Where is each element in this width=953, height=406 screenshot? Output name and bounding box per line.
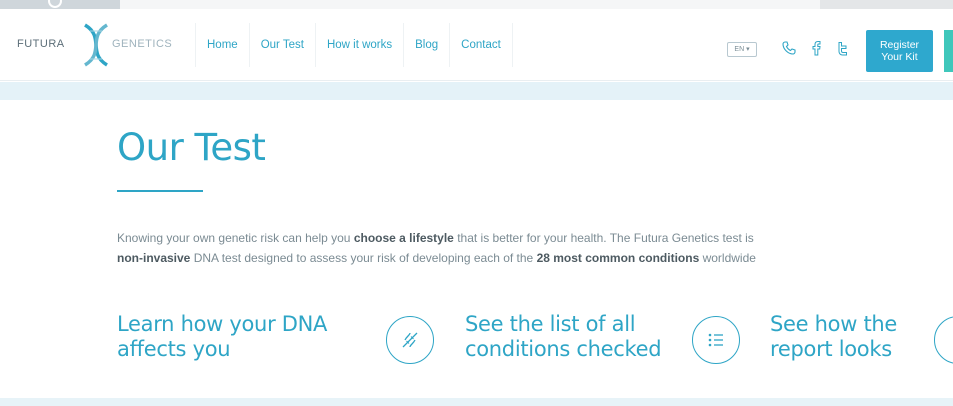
intro-bold-lifestyle: choose a lifestyle bbox=[353, 231, 454, 245]
register-button-line2: Your Kit bbox=[881, 51, 918, 63]
phone-icon[interactable] bbox=[779, 36, 799, 60]
intro-paragraph: Knowing your own genetic risk can help y… bbox=[117, 228, 953, 268]
intro-text-3: DNA test designed to assess your risk of… bbox=[190, 251, 537, 265]
feature-report-line2: report looks bbox=[770, 337, 892, 361]
intro-line-2: non-invasive DNA test designed to assess… bbox=[117, 248, 953, 268]
feature-learn-line2: affects you bbox=[117, 337, 231, 361]
language-selector[interactable]: EN ▾ bbox=[727, 42, 757, 57]
register-kit-button[interactable]: Register Your Kit bbox=[866, 30, 933, 72]
feature-conditions-list[interactable]: See the list of all conditions checked bbox=[465, 312, 662, 362]
nav-how-it-works[interactable]: How it works bbox=[314, 23, 403, 67]
feature-conditions-line2: conditions checked bbox=[465, 337, 662, 361]
feature-report-preview[interactable]: See how the report looks bbox=[770, 312, 897, 362]
logo-text-genetics: GENETICS bbox=[112, 38, 173, 50]
main-nav: Home Our Test How it works Blog Contact bbox=[195, 23, 513, 67]
nav-home[interactable]: Home bbox=[195, 23, 249, 67]
nav-contact[interactable]: Contact bbox=[449, 23, 513, 67]
feature-learn-dna[interactable]: Learn how your DNA affects you bbox=[117, 312, 327, 362]
list-icon[interactable] bbox=[692, 316, 740, 364]
intro-text-2: that is better for your health. The Futu… bbox=[453, 231, 754, 245]
logo-text-futura: FUTURA bbox=[17, 38, 65, 50]
intro-line-1: Knowing your own genetic risk can help y… bbox=[117, 228, 953, 248]
logo[interactable]: FUTURA GENETICS bbox=[17, 23, 187, 67]
browser-tab[interactable] bbox=[0, 0, 120, 9]
feature-report-line1: See how the bbox=[770, 312, 898, 336]
intro-bold-noninvasive: non-invasive bbox=[117, 251, 191, 265]
dna-logo-icon bbox=[83, 23, 109, 67]
feature-learn-line1: Learn how your DNA bbox=[117, 312, 328, 336]
intro-text-4: worldwide bbox=[699, 251, 756, 265]
section-bottom-band bbox=[0, 398, 953, 406]
register-button-line1: Register bbox=[879, 39, 920, 51]
secondary-header-button[interactable] bbox=[944, 30, 953, 72]
page-title: Our Test bbox=[117, 126, 266, 169]
tab-favicon-icon bbox=[48, 0, 62, 8]
report-icon[interactable] bbox=[934, 316, 953, 364]
nav-our-test[interactable]: Our Test bbox=[248, 23, 315, 67]
facebook-icon[interactable] bbox=[807, 36, 827, 60]
intro-bold-conditions: 28 most common conditions bbox=[536, 251, 700, 265]
feature-conditions-line1: See the list of all bbox=[465, 312, 636, 336]
site-header: FUTURA GENETICS Home Our Test How it wor… bbox=[0, 9, 953, 81]
address-bar[interactable] bbox=[120, 0, 820, 9]
browser-toolbar bbox=[0, 0, 953, 9]
dna-icon[interactable] bbox=[386, 316, 434, 364]
title-underline bbox=[117, 190, 203, 192]
nav-blog[interactable]: Blog bbox=[403, 23, 449, 67]
twitter-icon[interactable] bbox=[833, 36, 853, 60]
intro-text-1: Knowing your own genetic risk can help y… bbox=[117, 231, 354, 245]
header-band bbox=[0, 82, 953, 100]
